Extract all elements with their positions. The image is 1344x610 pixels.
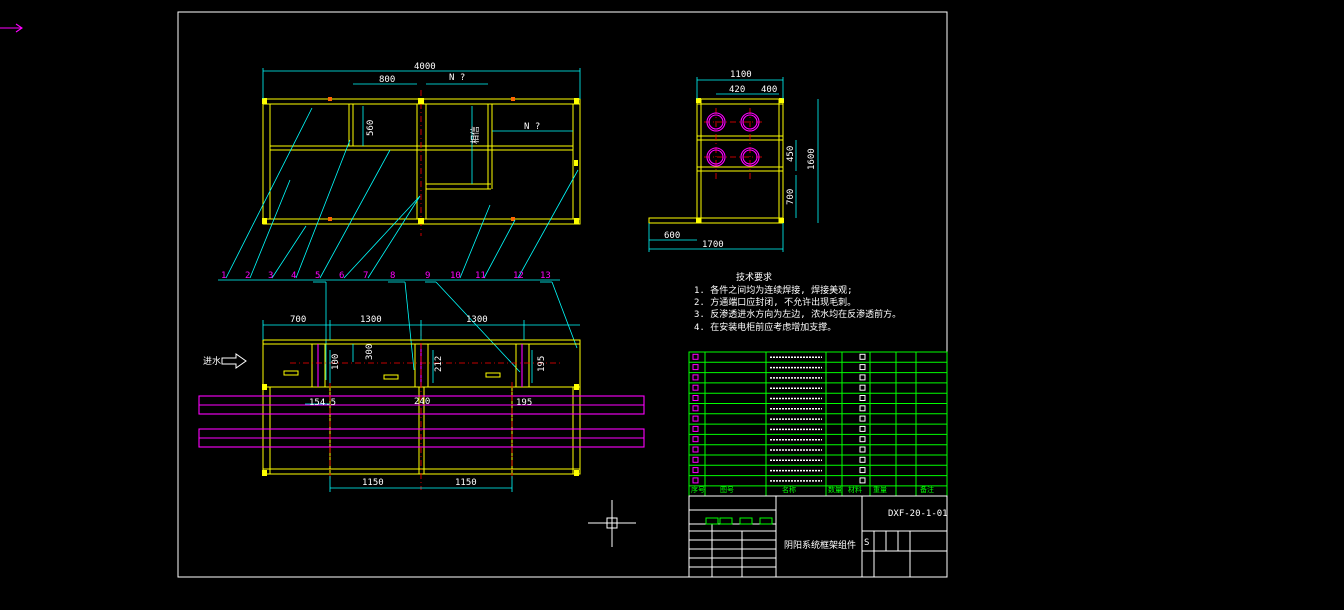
bom-row-marker (859, 477, 866, 484)
bom-row-marker (692, 374, 699, 381)
part-number-labels: 1 2 3 4 5 6 7 8 9 10 11 12 13 (221, 271, 551, 281)
bom-row-marker (859, 415, 866, 422)
svg-text:5: 5 (315, 271, 320, 281)
dim-560: 560 (366, 120, 376, 136)
bom-row-marker (859, 374, 866, 381)
dim-4000: 4000 (414, 62, 436, 72)
svg-text:7: 7 (363, 271, 368, 281)
bom-row-marker (692, 456, 699, 463)
stage-label: S (864, 538, 869, 548)
svg-text:11: 11 (475, 271, 486, 281)
bom-row-marker (692, 384, 699, 391)
svg-text:10: 10 (450, 271, 461, 281)
bom-row-marker (692, 364, 699, 371)
side-view (648, 98, 784, 224)
dim-700-front: 700 (290, 315, 306, 325)
dim-n2: N ? (524, 122, 540, 132)
svg-text:材料: 材料 (848, 485, 862, 494)
bom-row-marker (859, 364, 866, 371)
bom-row-marker (692, 353, 699, 360)
dim-1300-b: 1300 (466, 315, 488, 325)
bom-row-marker (692, 415, 699, 422)
svg-text:数量: 数量 (828, 485, 842, 494)
pointer-arrow-icon (0, 23, 23, 33)
dim-700-side: 700 (786, 189, 796, 205)
top-view (262, 68, 581, 236)
bom-row-marker (859, 436, 866, 443)
drawing-name: 阴阳系统框架组件 (784, 539, 856, 551)
svg-text:备注: 备注 (920, 485, 934, 494)
svg-text:1. 各件之间均为连续焊接, 焊接美观;: 1. 各件之间均为连续焊接, 焊接美观; (694, 284, 853, 296)
bom-row-marker (692, 395, 699, 401)
bom-row-marker (859, 395, 866, 401)
svg-text:6: 6 (339, 271, 344, 281)
bom-row-marker (692, 477, 699, 484)
dim-1700: 1700 (702, 240, 724, 250)
svg-text:9: 9 (425, 271, 430, 281)
dim-1150-a: 1150 (362, 478, 384, 488)
dim-195-v: 195 (537, 356, 547, 372)
dim-1100: 1100 (730, 70, 752, 80)
bom-row-marker (692, 436, 699, 443)
dim-300: 300 (365, 344, 375, 360)
svg-text:重量: 重量 (873, 486, 887, 494)
svg-text:名称: 名称 (782, 485, 796, 494)
crosshair-cursor-icon (588, 500, 636, 547)
bom-row-marker (859, 456, 866, 463)
inlet-arrow-icon (221, 353, 247, 369)
bom-row-marker (859, 384, 866, 391)
bom-row-marker (692, 446, 699, 453)
dim-600: 600 (664, 231, 680, 241)
dim-n1: N ? (449, 73, 465, 83)
drawing-number: DXF-20-1-01 (888, 509, 948, 519)
svg-text:2: 2 (245, 271, 250, 281)
dim-1600: 1600 (807, 148, 817, 170)
technical-requirements: 技术要求 1. 各件之间均为连续焊接, 焊接美观; 2. 方通端口应封闭, 不允… (694, 271, 901, 333)
side-view-dims (648, 77, 819, 252)
bom-table (688, 351, 948, 497)
svg-text:3: 3 (268, 271, 273, 281)
bom-row-marker (692, 425, 699, 432)
svg-text:13: 13 (540, 271, 551, 281)
dim-1150-b: 1150 (455, 478, 477, 488)
dim-400: 400 (761, 85, 777, 95)
bom-row-marker (859, 467, 866, 474)
dim-212: 212 (434, 356, 444, 372)
dim-inner: 相信 (469, 126, 481, 144)
svg-text:2. 方通端口应封闭, 不允许出现毛刺。: 2. 方通端口应封闭, 不允许出现毛刺。 (694, 296, 856, 308)
svg-text:序号: 序号 (691, 485, 705, 494)
dim-240: 240 (414, 397, 430, 407)
dim-154: 154.5 (309, 398, 336, 408)
inlet-label: 进水 (203, 355, 221, 367)
bom-row-marker (859, 446, 866, 453)
dim-100: 100 (331, 354, 341, 370)
svg-text:3. 反渗透进水方向为左边, 浓水均在反渗透前方。: 3. 反渗透进水方向为左边, 浓水均在反渗透前方。 (694, 308, 901, 320)
bom-row-marker (859, 353, 866, 360)
svg-text:4: 4 (291, 271, 296, 281)
svg-text:8: 8 (390, 271, 395, 281)
svg-text:4. 在安装电柜前应考虑增加支撑。: 4. 在安装电柜前应考虑增加支撑。 (694, 321, 836, 333)
svg-text:1: 1 (221, 271, 226, 281)
dim-1300-a: 1300 (360, 315, 382, 325)
bom-row-marker (859, 425, 866, 432)
cad-drawing: 4000 800 N ? N ? 560 相信 1 2 3 4 5 6 7 8 … (0, 11, 948, 578)
svg-text:图号: 图号 (720, 486, 734, 494)
bom-row-marker (692, 467, 699, 474)
dim-420: 420 (729, 85, 745, 95)
dim-195-h: 195 (516, 398, 532, 408)
dim-450: 450 (786, 146, 796, 162)
svg-text:12: 12 (513, 271, 524, 281)
bom-row-marker (692, 405, 699, 412)
dim-800: 800 (379, 75, 395, 85)
bom-row-marker (859, 405, 866, 412)
svg-text:技术要求: 技术要求 (736, 271, 772, 283)
